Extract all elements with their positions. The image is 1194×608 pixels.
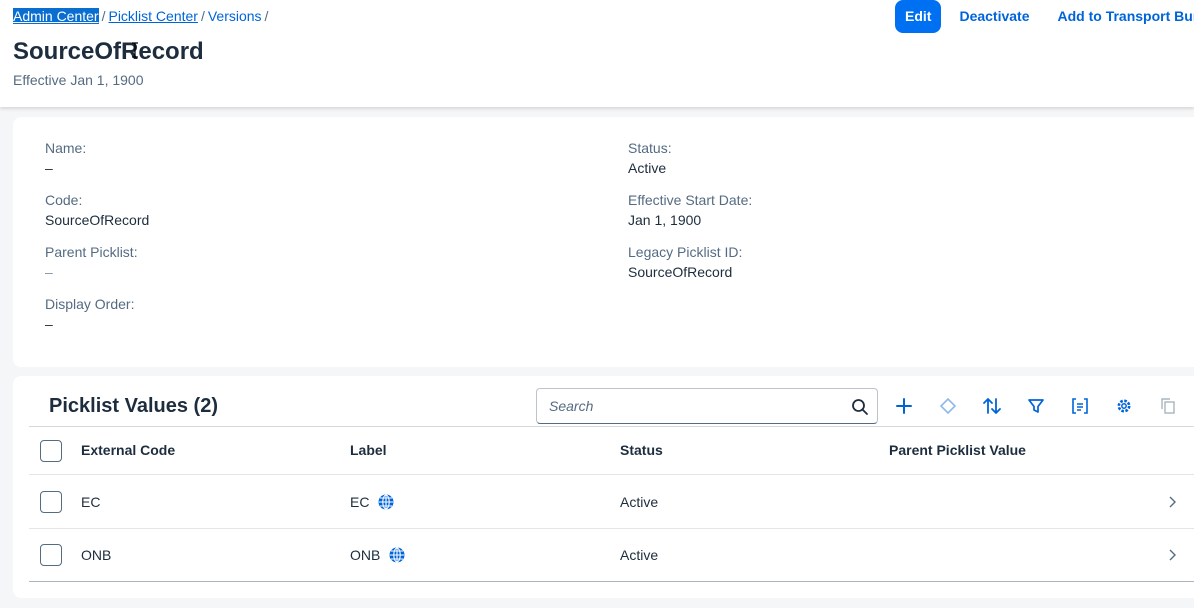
chevron-right-icon[interactable] [1167,548,1177,562]
row-divider [29,528,1194,529]
copy-icon[interactable] [1157,395,1179,417]
edit-button[interactable]: Edit [895,0,942,33]
chevron-right-icon[interactable] [1167,495,1177,509]
field-label: Display Order: [45,296,135,312]
breadcrumb: Admin Center / Picklist Center / Versions / [13,8,271,24]
picklist-values-title: Picklist Values (2) [49,395,218,417]
filter-icon[interactable] [1025,395,1047,417]
globe-icon[interactable] [388,546,406,564]
page-title: SourceOfRecord [13,38,204,65]
add-icon[interactable] [893,395,915,417]
page-subtitle: Effective Jan 1, 1900 [13,72,144,88]
breadcrumb-versions: Versions [207,8,262,24]
column-header-external-code[interactable]: External Code [81,442,175,458]
field-value: SourceOfRecord [45,212,150,228]
search-input[interactable] [537,389,837,423]
breadcrumb-separator: / [200,8,205,24]
field-name: Name: – [45,140,86,180]
globe-icon[interactable] [377,493,395,511]
picklist-values-card: Picklist Values (2) External Code Label … [13,376,1194,598]
breadcrumb-separator: / [264,8,269,24]
select-all-checkbox[interactable] [40,440,62,462]
cell-label: ONB [350,547,381,563]
field-label: Code: [45,192,83,208]
field-display-order: Display Order: – [45,296,134,336]
cell-status: Active [620,547,659,563]
breadcrumb-separator: / [101,8,106,24]
field-label: Status: [628,140,672,156]
cell-label: EC [350,494,370,510]
column-header-label[interactable]: Label [350,442,387,458]
field-legacy-picklist-id: Legacy Picklist ID: SourceOfRecord [628,244,742,284]
field-value: – [45,264,53,280]
search-icon[interactable] [851,398,869,416]
deactivate-button[interactable]: Deactivate [959,8,1029,24]
field-label: Legacy Picklist ID: [628,244,743,260]
field-code: Code: SourceOfRecord [45,192,149,232]
row-divider [29,474,1194,475]
field-label: Effective Start Date: [628,192,753,208]
add-to-transport-bundle-button[interactable]: Add to Transport Bundle [1058,8,1194,24]
row-checkbox[interactable] [40,491,62,513]
breadcrumb-picklist-center[interactable]: Picklist Center [108,8,197,24]
field-effective-start-date: Effective Start Date: Jan 1, 1900 [628,192,752,232]
field-value: – [45,316,53,332]
column-header-parent-picklist-value[interactable]: Parent Picklist Value [889,442,1026,458]
field-value: SourceOfRecord [628,264,733,280]
group-icon[interactable] [1069,395,1091,417]
column-header-status[interactable]: Status [620,442,663,458]
field-parent-picklist: Parent Picklist: – [45,244,138,284]
field-status: Status: Active [628,140,672,180]
sort-icon[interactable] [981,395,1003,417]
field-label: Name: [45,140,87,156]
diamond-icon[interactable] [937,395,959,417]
row-checkbox[interactable] [40,544,62,566]
breadcrumb-admin-center[interactable]: Admin Center [13,8,99,24]
field-value: Active [628,160,667,176]
cell-external-code: EC [81,494,101,510]
search-field[interactable] [536,388,878,424]
header-actions: Edit Deactivate Add to Transport Bundle [895,0,1194,33]
field-value: Jan 1, 1900 [628,212,702,228]
picklist-details-card: Name: – Code: SourceOfRecord Parent Pick… [13,117,1194,367]
field-value: – [45,160,53,176]
settings-icon[interactable] [1113,395,1135,417]
cell-external-code: ONB [81,547,112,563]
field-label: Parent Picklist: [45,244,138,260]
cell-status: Active [620,494,659,510]
row-divider [29,581,1194,582]
page-header: Admin Center / Picklist Center / Versions / S… [0,0,1194,107]
table-header-divider [29,426,1194,427]
